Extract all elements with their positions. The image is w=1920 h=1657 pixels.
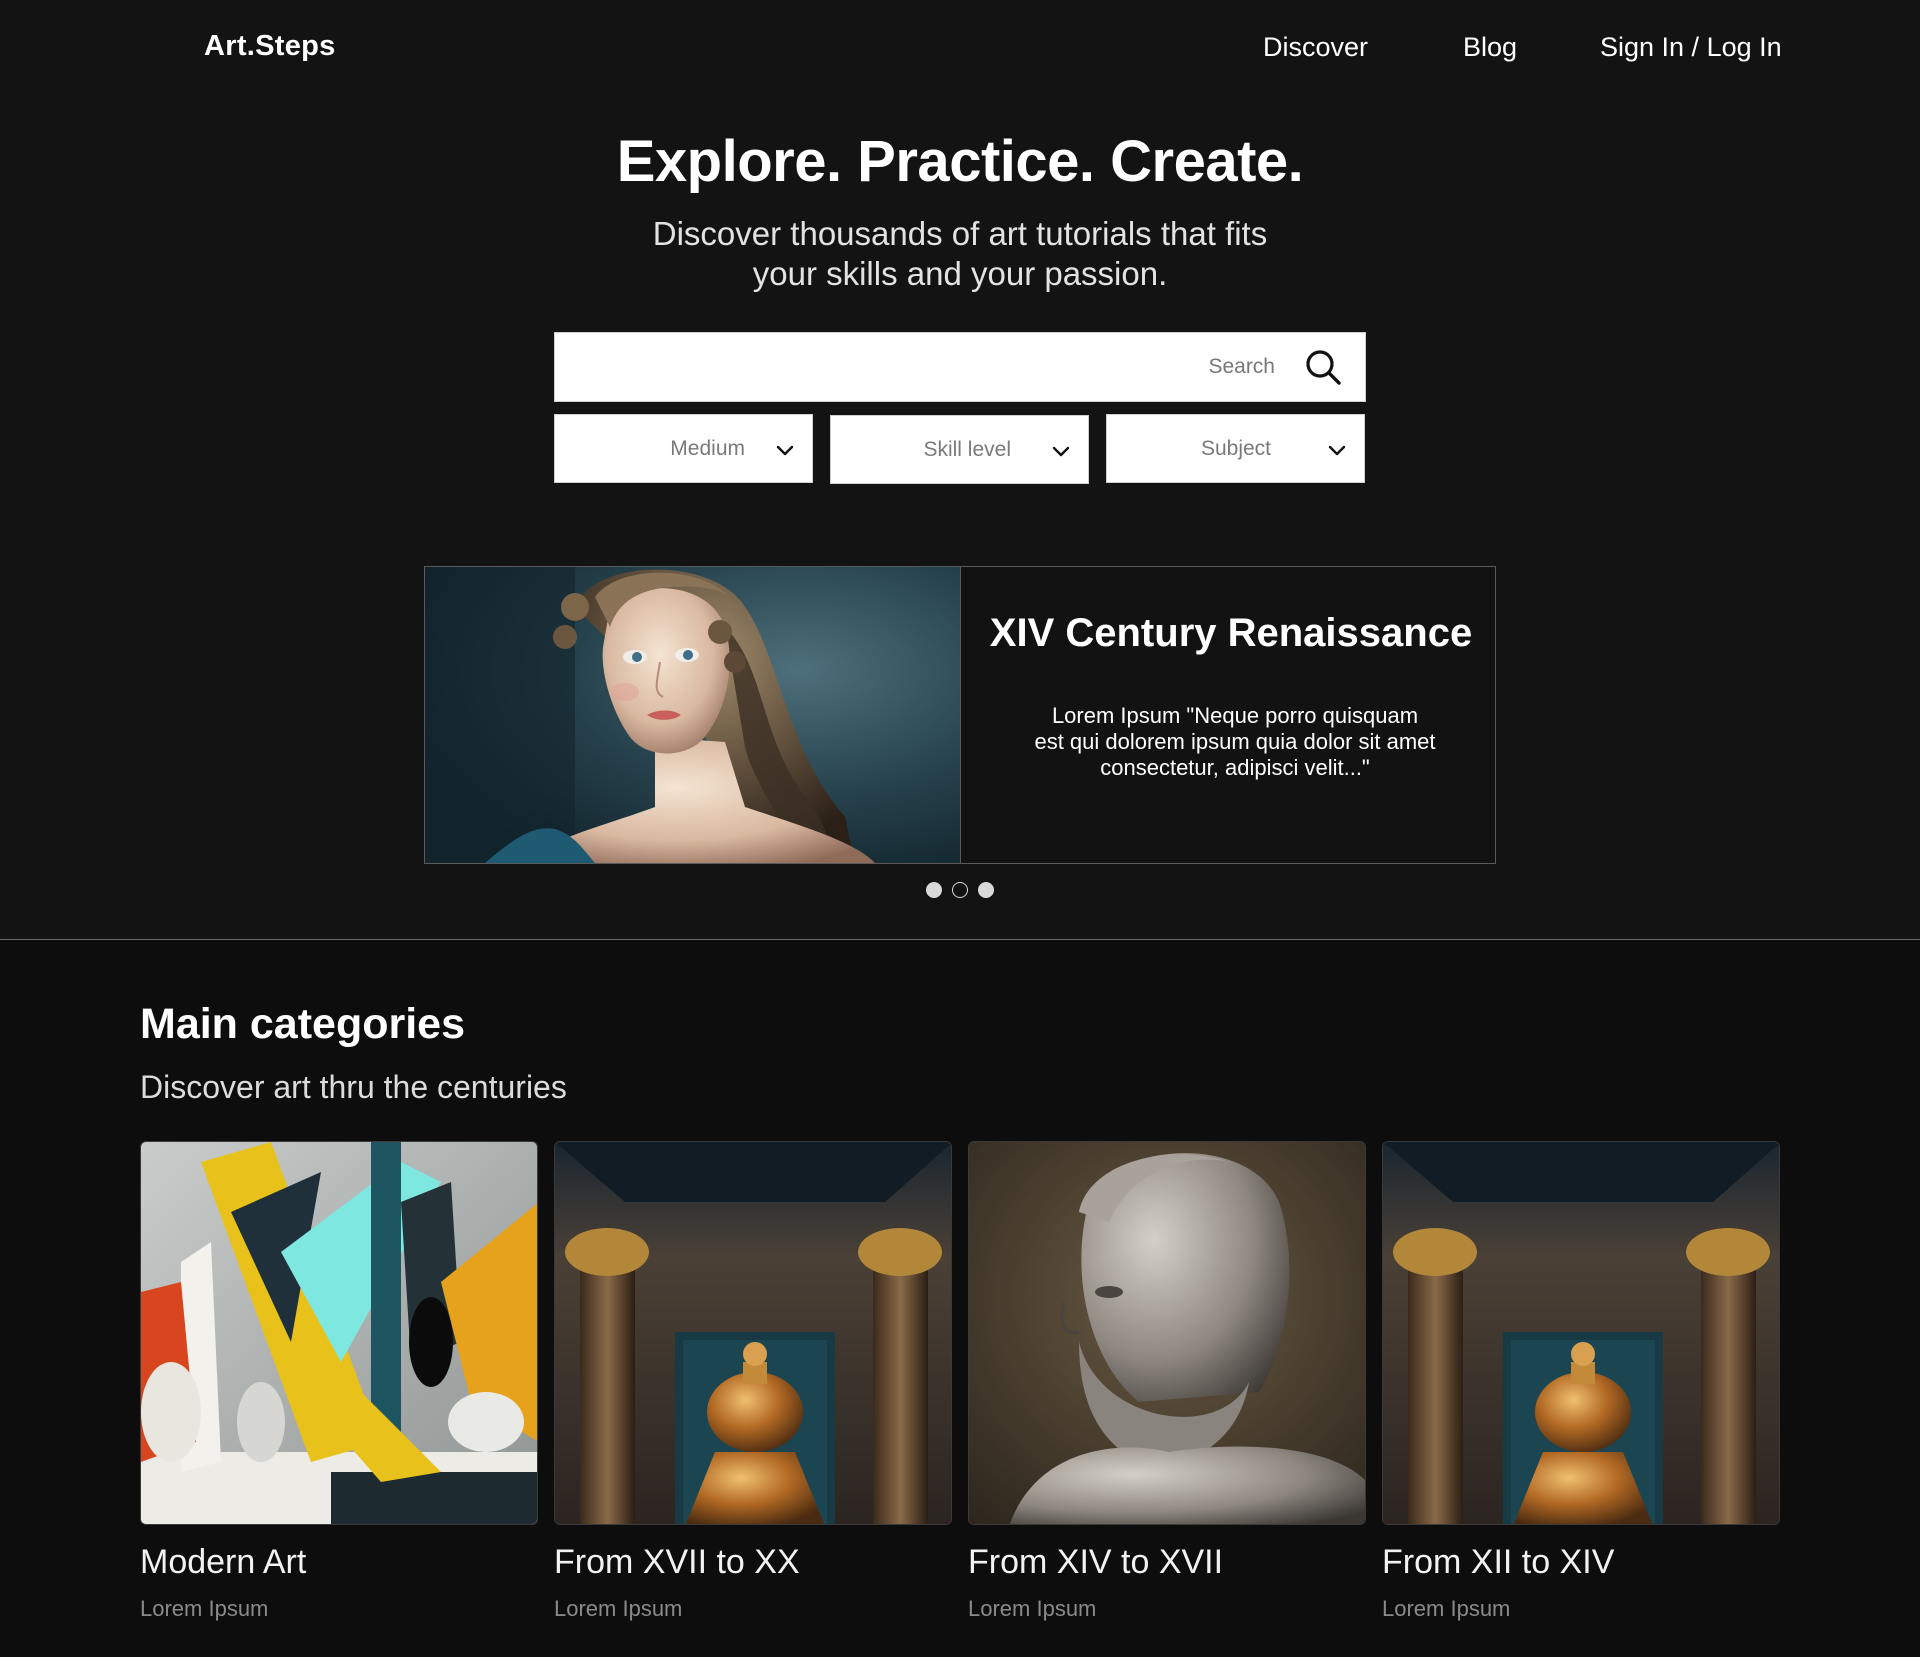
category-card-title: From XIV to XVII xyxy=(968,1543,1224,1581)
search-input[interactable] xyxy=(555,333,1285,401)
nav-link-blog[interactable]: Blog xyxy=(1463,32,1517,63)
top-navigation: Art.Steps Discover Blog Sign In / Log In xyxy=(0,0,1920,100)
search-bar xyxy=(554,332,1366,402)
hero-subtitle: Discover thousands of art tutorials that… xyxy=(560,214,1360,294)
portrait-illustration xyxy=(425,567,960,863)
hero-subtitle-line: your skills and your passion. xyxy=(752,255,1168,292)
carousel-description-line: Lorem Ipsum "Neque porro quisquam xyxy=(1051,703,1419,728)
carousel-description-line: est qui dolorem ipsum quia dolor sit ame… xyxy=(1034,729,1436,754)
filter-label: Medium xyxy=(670,437,745,460)
filter-label: Subject xyxy=(1200,437,1271,460)
classical-bust-illustration xyxy=(969,1142,1365,1524)
renaissance-portrait-image xyxy=(425,567,961,863)
classical-hall-image xyxy=(1382,1141,1780,1525)
category-card-xii-to-xiv[interactable]: From XII to XIV Lorem Ipsum xyxy=(1382,1141,1780,1622)
filter-subject-dropdown[interactable]: Subject xyxy=(1106,414,1365,483)
carousel-dot-1[interactable] xyxy=(926,882,942,898)
carousel-title: XIV Century Renaissance xyxy=(989,611,1473,655)
classical-hall-illustration xyxy=(1383,1142,1779,1524)
chevron-down-icon xyxy=(1052,446,1070,457)
filter-label: Skill level xyxy=(923,438,1011,461)
nav-link-sign-in[interactable]: Sign In / Log In xyxy=(1600,32,1782,63)
modern-art-illustration xyxy=(141,1142,537,1524)
filter-medium-dropdown[interactable]: Medium xyxy=(554,414,813,483)
featured-carousel[interactable]: XIV Century Renaissance Lorem Ipsum "Neq… xyxy=(424,566,1496,864)
carousel-dot-2-active[interactable] xyxy=(952,882,968,898)
category-card-subtitle: Lorem Ipsum xyxy=(554,1596,683,1621)
nav-link-discover[interactable]: Discover xyxy=(1263,32,1368,63)
classical-hall-illustration xyxy=(555,1142,951,1524)
modern-art-image xyxy=(140,1141,538,1525)
category-card-xiv-to-xvii[interactable]: From XIV to XVII Lorem Ipsum xyxy=(968,1141,1366,1622)
section-subtitle: Discover art thru the centuries xyxy=(140,1069,567,1105)
category-card-subtitle: Lorem Ipsum xyxy=(968,1596,1097,1621)
category-card-title: From XII to XIV xyxy=(1382,1543,1615,1581)
site-logo[interactable]: Art.Steps xyxy=(204,30,336,63)
main-categories-section: Main categories Discover art thru the ce… xyxy=(0,939,1920,1657)
category-card-title: Modern Art xyxy=(140,1543,307,1581)
carousel-pagination xyxy=(924,882,996,900)
category-card-xvii-to-xx[interactable]: From XVII to XX Lorem Ipsum xyxy=(554,1141,952,1622)
hero-subtitle-line: Discover thousands of art tutorials that… xyxy=(652,215,1268,252)
chevron-down-icon xyxy=(776,445,794,456)
category-card-subtitle: Lorem Ipsum xyxy=(1382,1596,1511,1621)
carousel-description: Lorem Ipsum "Neque porro quisquam est qu… xyxy=(1005,703,1465,781)
category-card-subtitle: Lorem Ipsum xyxy=(140,1596,269,1621)
carousel-dot-3[interactable] xyxy=(978,882,994,898)
filter-skill-level-dropdown[interactable]: Skill level xyxy=(830,415,1089,484)
hero-title: Explore. Practice. Create. xyxy=(616,129,1304,194)
classical-bust-image xyxy=(968,1141,1366,1525)
search-icon[interactable] xyxy=(1303,347,1343,387)
category-card-title: From XVII to XX xyxy=(554,1543,800,1581)
chevron-down-icon xyxy=(1328,445,1346,456)
category-card-modern-art[interactable]: Modern Art Lorem Ipsum xyxy=(140,1141,538,1622)
section-title: Main categories xyxy=(140,1000,465,1048)
carousel-description-line: consectetur, adipisci velit..." xyxy=(1100,755,1370,780)
classical-hall-image xyxy=(554,1141,952,1525)
